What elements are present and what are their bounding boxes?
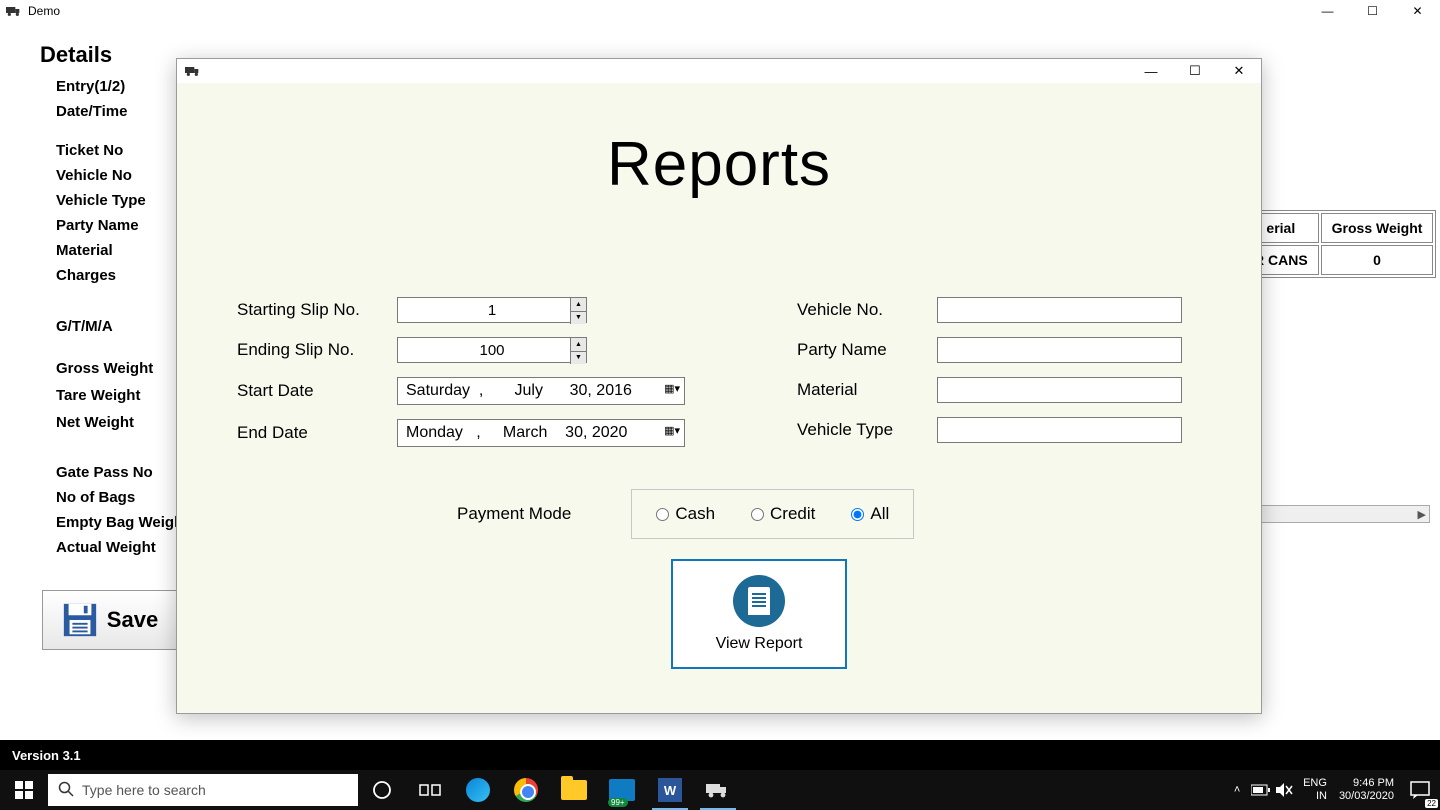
material-input[interactable]	[937, 377, 1182, 403]
app-truck-icon[interactable]	[694, 770, 742, 810]
end-date-label: End Date	[237, 423, 397, 443]
calendar-dropdown-icon[interactable]: ▦▾	[664, 382, 680, 395]
taskbar-search[interactable]: Type here to search	[48, 774, 358, 806]
radio-credit[interactable]: Credit	[751, 504, 815, 524]
spin-down-icon[interactable]: ▼	[571, 312, 586, 325]
detail-item: Vehicle No	[56, 167, 146, 184]
app-icon	[6, 5, 22, 17]
party-name-label: Party Name	[797, 340, 937, 360]
table-cell: 0	[1321, 245, 1434, 275]
detail-item: Empty Bag Weigh	[56, 514, 183, 531]
version-bar: Version 3.1	[0, 740, 1440, 770]
end-date-input[interactable]: Monday , March 30, 2020 ▦▾	[397, 419, 685, 447]
detail-item: Entry(1/2)	[56, 78, 146, 95]
search-placeholder: Type here to search	[82, 782, 206, 798]
notifications-icon[interactable]: 22	[1400, 770, 1440, 810]
start-date-label: Start Date	[237, 381, 397, 401]
main-close-button[interactable]: ✕	[1395, 0, 1440, 22]
spin-up-icon[interactable]: ▲	[571, 298, 586, 312]
vehicle-type-input[interactable]	[937, 417, 1182, 443]
radio-all[interactable]: All	[851, 504, 889, 524]
dialog-icon	[185, 65, 201, 77]
vehicle-type-label: Vehicle Type	[797, 420, 937, 440]
tray-language[interactable]: ENG IN	[1297, 777, 1333, 803]
search-icon	[58, 781, 74, 800]
table-header: Gross Weight	[1321, 213, 1434, 243]
detail-item: Vehicle Type	[56, 192, 146, 209]
chrome-icon[interactable]	[502, 770, 550, 810]
details-heading: Details	[40, 42, 112, 68]
battery-icon[interactable]	[1249, 770, 1273, 810]
payment-mode-label: Payment Mode	[457, 504, 571, 524]
save-button[interactable]: Save	[42, 590, 177, 650]
main-window-title: Demo	[28, 4, 60, 18]
detail-item: Actual Weight	[56, 539, 183, 556]
details-extras: Gate Pass No No of Bags Empty Bag Weigh …	[56, 464, 183, 564]
detail-item: Tare Weight	[56, 387, 153, 404]
detail-item: Material	[56, 242, 146, 259]
detail-item: Gross Weight	[56, 360, 153, 377]
starting-slip-input[interactable]: 1 ▲▼	[397, 297, 587, 323]
calendar-dropdown-icon[interactable]: ▦▾	[664, 424, 680, 437]
details-list: Entry(1/2) Date/Time Ticket No Vehicle N…	[56, 78, 146, 343]
detail-item: Charges	[56, 267, 146, 284]
tray-chevron-up-icon[interactable]: ˄	[1225, 770, 1249, 810]
main-window-titlebar: Demo — ☐ ✕	[0, 0, 1440, 22]
vehicle-no-label: Vehicle No.	[797, 300, 937, 320]
payment-mode-area: Payment Mode Cash Credit All	[457, 489, 914, 539]
task-view-icon[interactable]	[406, 770, 454, 810]
dialog-minimize-button[interactable]: —	[1129, 59, 1173, 83]
spinner[interactable]: ▲▼	[570, 338, 586, 364]
report-icon	[733, 575, 785, 627]
cortana-icon[interactable]	[358, 770, 406, 810]
dialog-heading: Reports	[177, 129, 1261, 200]
details-weights: Gross Weight Tare Weight Net Weight	[56, 360, 153, 441]
party-name-input[interactable]	[937, 337, 1182, 363]
vehicle-no-input[interactable]	[937, 297, 1182, 323]
detail-item: Ticket No	[56, 142, 146, 159]
detail-item: G/T/M/A	[56, 318, 146, 335]
file-explorer-icon[interactable]	[550, 770, 598, 810]
payment-mode-group: Cash Credit All	[631, 489, 914, 539]
spin-down-icon[interactable]: ▼	[571, 352, 586, 365]
spinner[interactable]: ▲▼	[570, 298, 586, 324]
dialog-close-button[interactable]: ✕	[1217, 59, 1261, 83]
tray-clock[interactable]: 9:46 PM 30/03/2020	[1333, 777, 1400, 803]
save-label: Save	[107, 607, 158, 633]
word-icon[interactable]: W	[646, 770, 694, 810]
detail-item: Party Name	[56, 217, 146, 234]
detail-item: Date/Time	[56, 103, 146, 120]
dialog-titlebar: — ☐ ✕	[177, 59, 1261, 83]
spin-up-icon[interactable]: ▲	[571, 338, 586, 352]
starting-slip-label: Starting Slip No.	[237, 300, 397, 320]
start-button[interactable]	[0, 770, 48, 810]
material-label: Material	[797, 380, 937, 400]
horizontal-scrollbar[interactable]: ▶	[1240, 505, 1430, 523]
start-date-input[interactable]: Saturday , July 30, 2016 ▦▾	[397, 377, 685, 405]
store-icon[interactable]: 99+	[598, 770, 646, 810]
detail-item: Gate Pass No	[56, 464, 183, 481]
ending-slip-input[interactable]: 100 ▲▼	[397, 337, 587, 363]
view-report-button[interactable]: View Report	[671, 559, 847, 669]
view-report-label: View Report	[716, 635, 803, 653]
detail-item: No of Bags	[56, 489, 183, 506]
floppy-icon	[61, 601, 99, 639]
background-table: erial Gross Weight R CANS 0	[1240, 210, 1436, 278]
main-maximize-button[interactable]: ☐	[1350, 0, 1395, 22]
volume-muted-icon[interactable]	[1273, 770, 1297, 810]
main-minimize-button[interactable]: —	[1305, 0, 1350, 22]
dialog-maximize-button[interactable]: ☐	[1173, 59, 1217, 83]
ending-slip-label: Ending Slip No.	[237, 340, 397, 360]
radio-cash[interactable]: Cash	[656, 504, 715, 524]
taskbar: Type here to search 99+ W ˄ ENG IN 9:46 …	[0, 770, 1440, 810]
windows-icon	[15, 781, 33, 799]
edge-icon[interactable]	[454, 770, 502, 810]
form-right: Vehicle No. Party Name Material Vehicle …	[797, 297, 1182, 457]
detail-item: Net Weight	[56, 414, 153, 431]
reports-dialog: — ☐ ✕ Reports Starting Slip No. 1 ▲▼ End…	[176, 58, 1262, 714]
taskbar-tray: ˄ ENG IN 9:46 PM 30/03/2020 22	[1225, 770, 1440, 810]
table-row[interactable]: R CANS 0	[1243, 245, 1433, 275]
